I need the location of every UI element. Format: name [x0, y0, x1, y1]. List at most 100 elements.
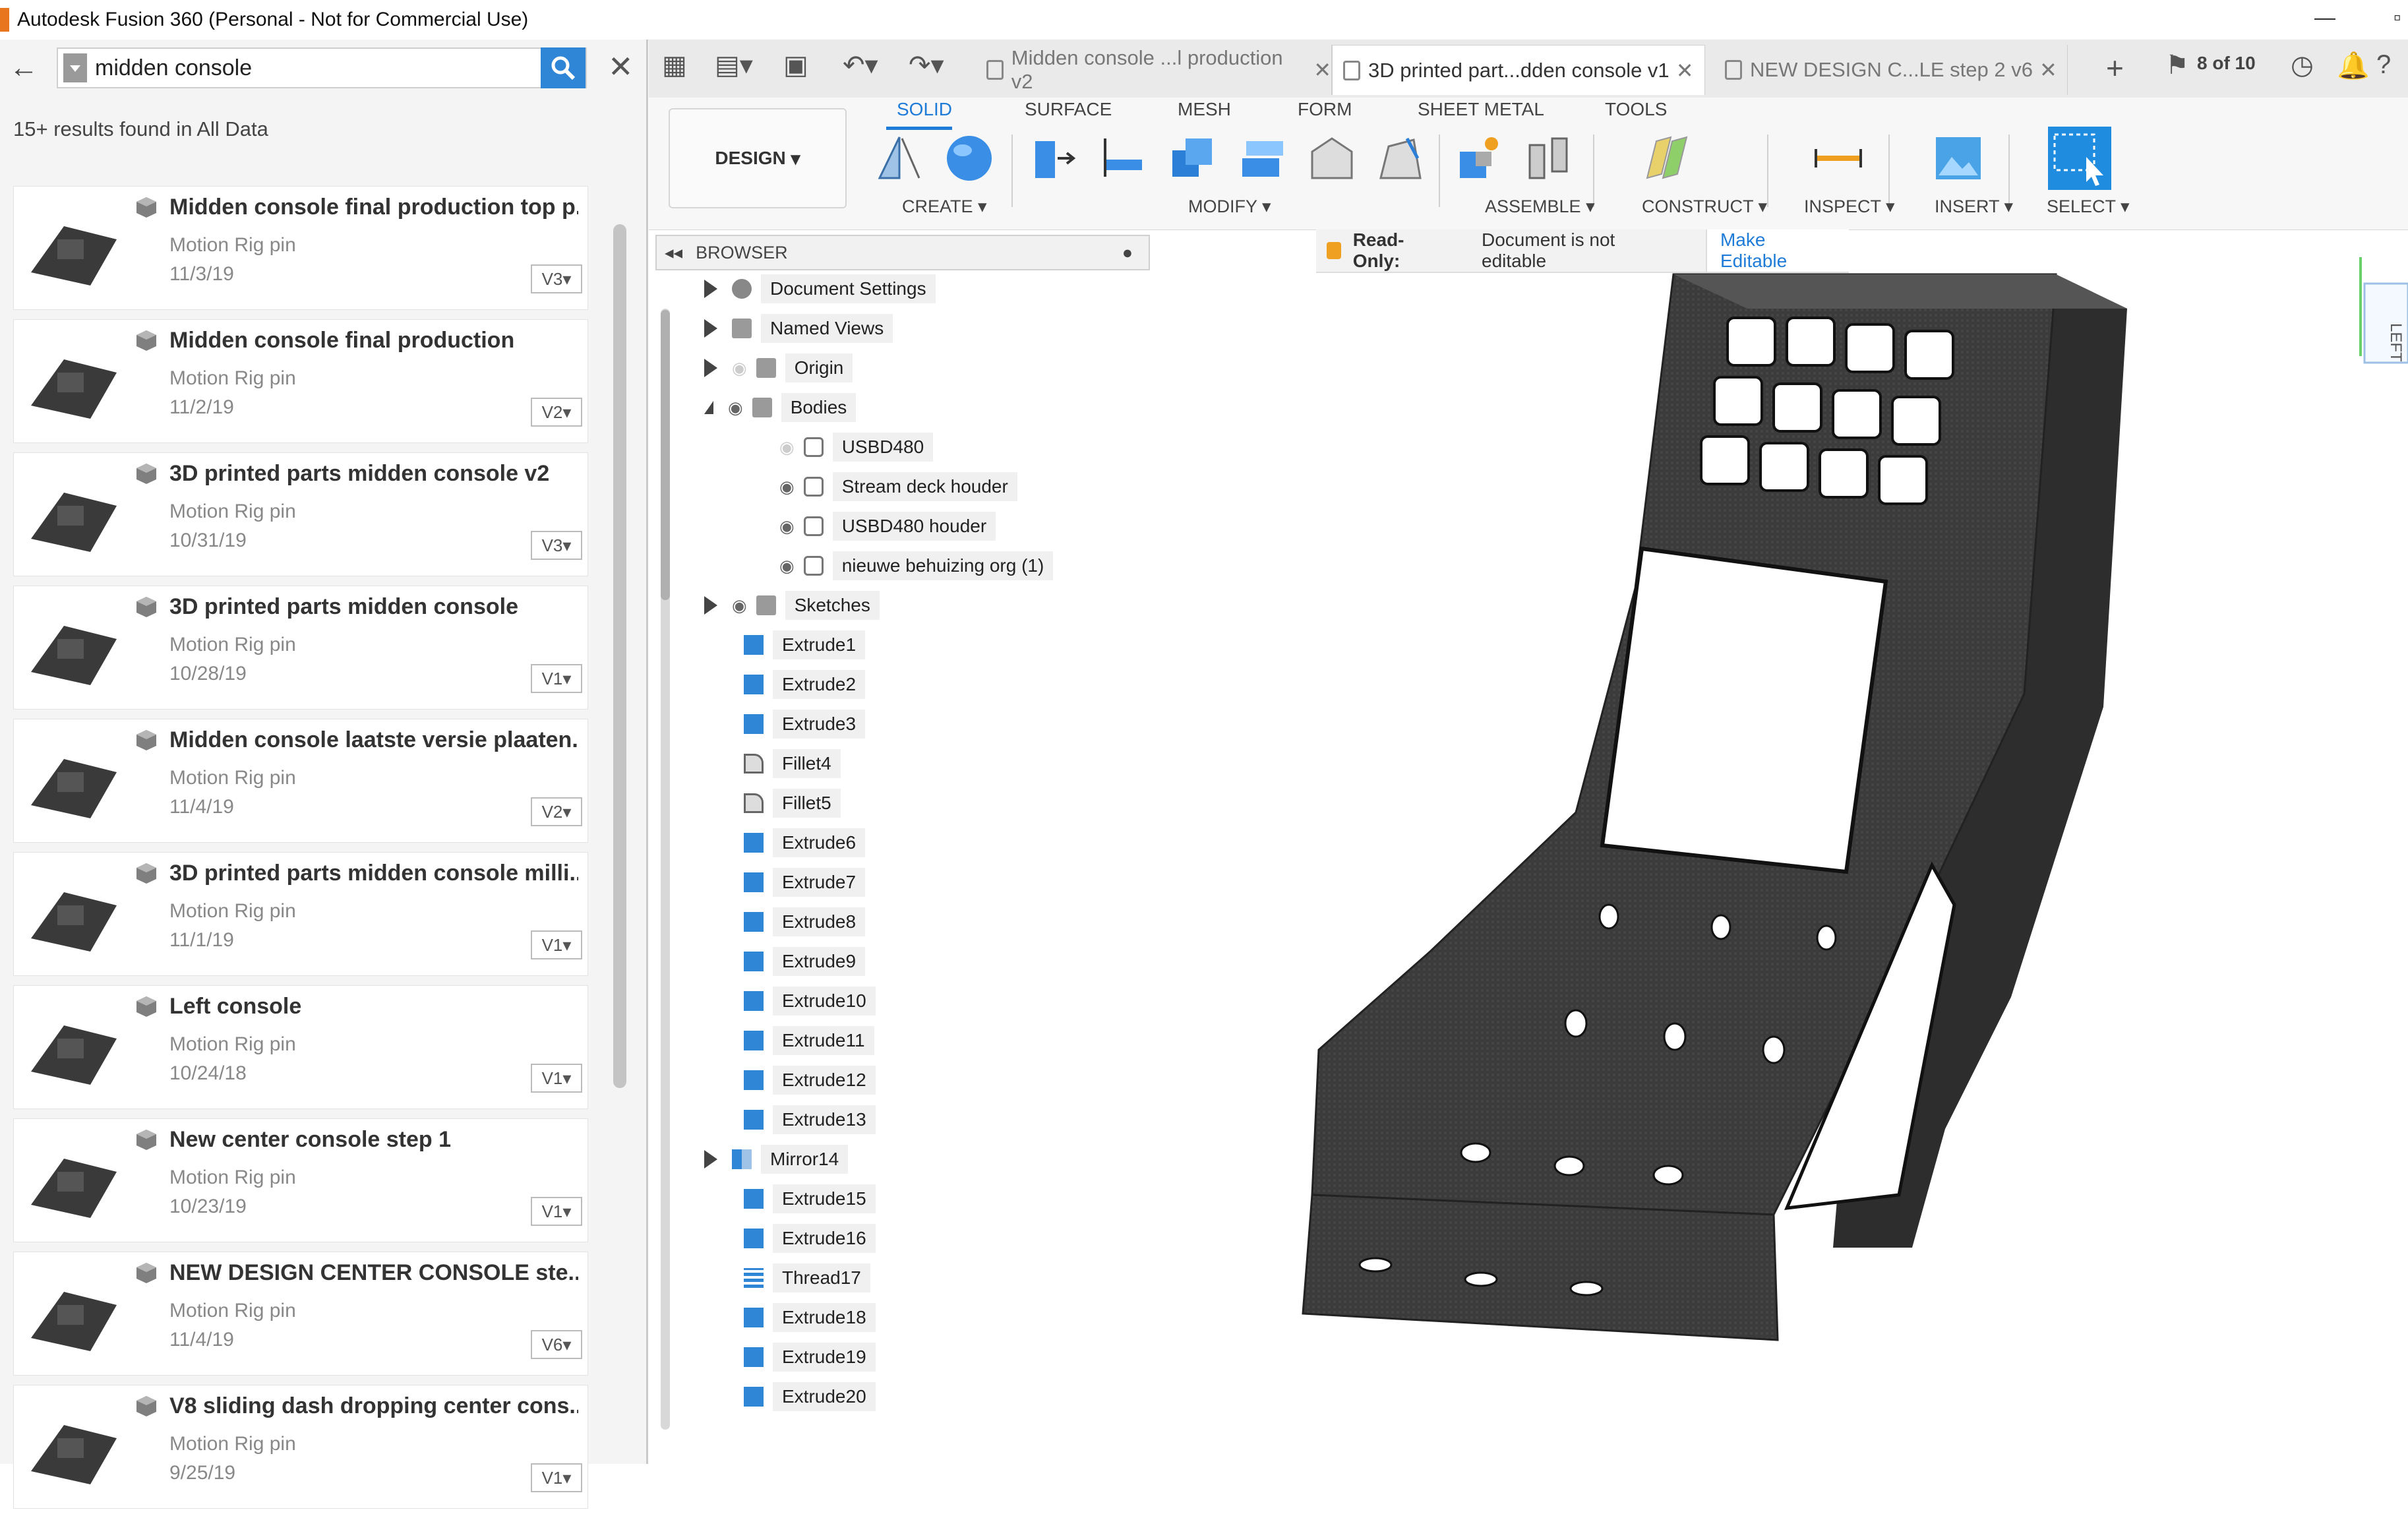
tab-mesh[interactable]: MESH — [1178, 99, 1231, 120]
undo-icon[interactable]: ↶▾ — [843, 50, 878, 80]
tree-body[interactable]: ◉ USBD480 — [779, 430, 934, 464]
tree-feature[interactable]: Extrude18 — [744, 1300, 876, 1335]
new-component-icon[interactable] — [1453, 132, 1506, 185]
list-item[interactable]: Midden console final production top p...… — [13, 186, 588, 310]
redo-icon[interactable]: ↷▾ — [909, 50, 944, 80]
tree-feature[interactable]: Fillet5 — [744, 786, 841, 820]
tree-feature[interactable]: Extrude15 — [744, 1182, 876, 1216]
tree-body[interactable]: ◉ nieuwe behuizing org (1) — [779, 549, 1054, 583]
visibility-eye-icon[interactable]: ◉ — [779, 437, 795, 458]
restore-icon[interactable]: ▫ — [2393, 5, 2401, 30]
list-item[interactable]: V8 sliding dash dropping center cons... … — [13, 1385, 588, 1509]
select-icon[interactable] — [2048, 127, 2111, 190]
back-arrow-icon[interactable]: ← — [9, 51, 38, 84]
search-scope-dropdown[interactable] — [63, 53, 87, 82]
tree-feature[interactable]: Extrude20 — [744, 1380, 876, 1414]
version-dropdown[interactable]: V1 ▾ — [531, 930, 582, 959]
job-status-icon[interactable]: ⚑ — [2165, 50, 2189, 80]
press-pull-icon[interactable] — [1026, 132, 1079, 185]
tree-feature[interactable]: Extrude7 — [744, 865, 866, 899]
visibility-eye-icon[interactable]: ◉ — [732, 595, 747, 616]
tab-form[interactable]: FORM — [1298, 99, 1352, 120]
file-icon[interactable]: ▤▾ — [715, 50, 753, 80]
tree-feature[interactable]: Fillet4 — [744, 746, 841, 781]
tab-3d-printed-parts[interactable]: 3D printed part...dden console v1 ✕ — [1332, 45, 1705, 95]
version-dropdown[interactable]: V6 ▾ — [531, 1330, 582, 1359]
tree-feature[interactable]: Extrude19 — [744, 1340, 876, 1374]
version-dropdown[interactable]: V2 ▾ — [531, 797, 582, 826]
tree-body[interactable]: ◉ USBD480 houder — [779, 509, 996, 543]
tree-sketches[interactable]: ◉ Sketches — [704, 588, 880, 622]
collapse-browser-icon[interactable]: ◂◂ — [665, 243, 682, 263]
tab-surface[interactable]: SURFACE — [1025, 99, 1112, 120]
help-icon[interactable]: ? — [2376, 50, 2391, 80]
tree-body[interactable]: ◉ Stream deck houder — [779, 470, 1017, 504]
tree-feature[interactable]: Extrude13 — [744, 1103, 876, 1137]
tree-feature[interactable]: Extrude10 — [744, 984, 876, 1018]
tree-feature[interactable]: Extrude12 — [744, 1063, 876, 1097]
group-create[interactable]: CREATE ▾ — [902, 197, 987, 217]
tree-origin[interactable]: ◉ Origin — [704, 351, 853, 385]
notification-bell-icon[interactable]: 🔔 — [2337, 50, 2370, 81]
visibility-eye-icon[interactable]: ◉ — [732, 358, 747, 379]
group-modify[interactable]: MODIFY ▾ — [1188, 197, 1271, 217]
insert-image-icon[interactable] — [1932, 132, 1985, 185]
version-dropdown[interactable]: V3 ▾ — [531, 264, 582, 293]
shell-icon[interactable] — [1236, 132, 1288, 185]
group-assemble[interactable]: ASSEMBLE ▾ — [1485, 197, 1595, 217]
browser-scrollbar[interactable] — [661, 310, 670, 600]
save-icon[interactable]: ▣ — [783, 50, 808, 80]
tree-feature[interactable]: Extrude16 — [744, 1221, 876, 1256]
tree-named-views[interactable]: Named Views — [704, 311, 893, 346]
group-insert[interactable]: INSERT ▾ — [1935, 197, 2013, 217]
tab-solid[interactable]: SOLID — [897, 99, 952, 120]
sphere-icon[interactable] — [943, 132, 996, 185]
tree-feature[interactable]: Extrude11 — [744, 1023, 874, 1058]
tree-feature[interactable]: Extrude2 — [744, 667, 866, 702]
version-dropdown[interactable]: V1 ▾ — [531, 1064, 582, 1093]
list-item[interactable]: 3D printed parts midden console v2 Motio… — [13, 452, 588, 576]
group-construct[interactable]: CONSTRUCT ▾ — [1642, 197, 1767, 217]
make-editable-button[interactable]: Make Editable — [1705, 229, 1849, 272]
expand-arrow-icon[interactable] — [704, 401, 713, 414]
measure-icon[interactable] — [1812, 132, 1865, 185]
close-search-icon[interactable]: ✕ — [608, 49, 634, 84]
tab-midden-console[interactable]: Midden console ...l production v2 ✕ — [976, 45, 1332, 95]
visibility-eye-icon[interactable]: ◉ — [779, 556, 795, 576]
offset-plane-icon[interactable] — [1640, 132, 1693, 185]
history-icon[interactable]: ◷ — [2291, 50, 2314, 80]
version-dropdown[interactable]: V3 ▾ — [531, 531, 582, 560]
browser-pin-icon[interactable]: ● — [1122, 243, 1133, 263]
close-tab-icon[interactable]: ✕ — [2039, 57, 2057, 82]
tree-bodies[interactable]: ◉ Bodies — [704, 390, 857, 425]
new-tab-icon[interactable]: + — [2106, 50, 2124, 86]
joint-icon[interactable] — [1523, 132, 1576, 185]
expand-arrow-icon[interactable] — [704, 280, 717, 298]
tree-feature[interactable]: Extrude3 — [744, 707, 866, 741]
search-input[interactable] — [94, 54, 531, 82]
combine-icon[interactable] — [1166, 132, 1219, 185]
visibility-eye-icon[interactable]: ◉ — [728, 398, 743, 418]
sketch-icon[interactable] — [873, 132, 926, 185]
expand-arrow-icon[interactable] — [704, 319, 717, 338]
tab-tools[interactable]: TOOLS — [1605, 99, 1667, 120]
group-inspect[interactable]: INSPECT ▾ — [1804, 197, 1895, 217]
expand-arrow-icon[interactable] — [704, 596, 717, 615]
draft-icon[interactable] — [1374, 132, 1427, 185]
results-scrollbar[interactable] — [613, 224, 626, 1088]
expand-arrow-icon[interactable] — [704, 1150, 717, 1169]
workspace-switcher[interactable]: DESIGN ▾ — [669, 108, 847, 208]
tree-feature[interactable]: Extrude9 — [744, 944, 866, 979]
version-dropdown[interactable]: V1 ▾ — [531, 664, 582, 693]
group-select[interactable]: SELECT ▾ — [2047, 197, 2130, 217]
close-tab-icon[interactable]: ✕ — [1313, 57, 1331, 82]
version-dropdown[interactable]: V2 ▾ — [531, 398, 582, 427]
list-item[interactable]: New center console step 1 Motion Rig pin… — [13, 1118, 588, 1242]
chamfer-icon[interactable] — [1306, 132, 1358, 185]
search-button[interactable] — [541, 47, 586, 88]
tree-feature[interactable]: Extrude6 — [744, 826, 866, 860]
tree-feature[interactable]: Extrude8 — [744, 905, 866, 939]
expand-arrow-icon[interactable] — [704, 359, 717, 377]
visibility-eye-icon[interactable]: ◉ — [779, 477, 795, 497]
version-dropdown[interactable]: V1 ▾ — [531, 1197, 582, 1226]
